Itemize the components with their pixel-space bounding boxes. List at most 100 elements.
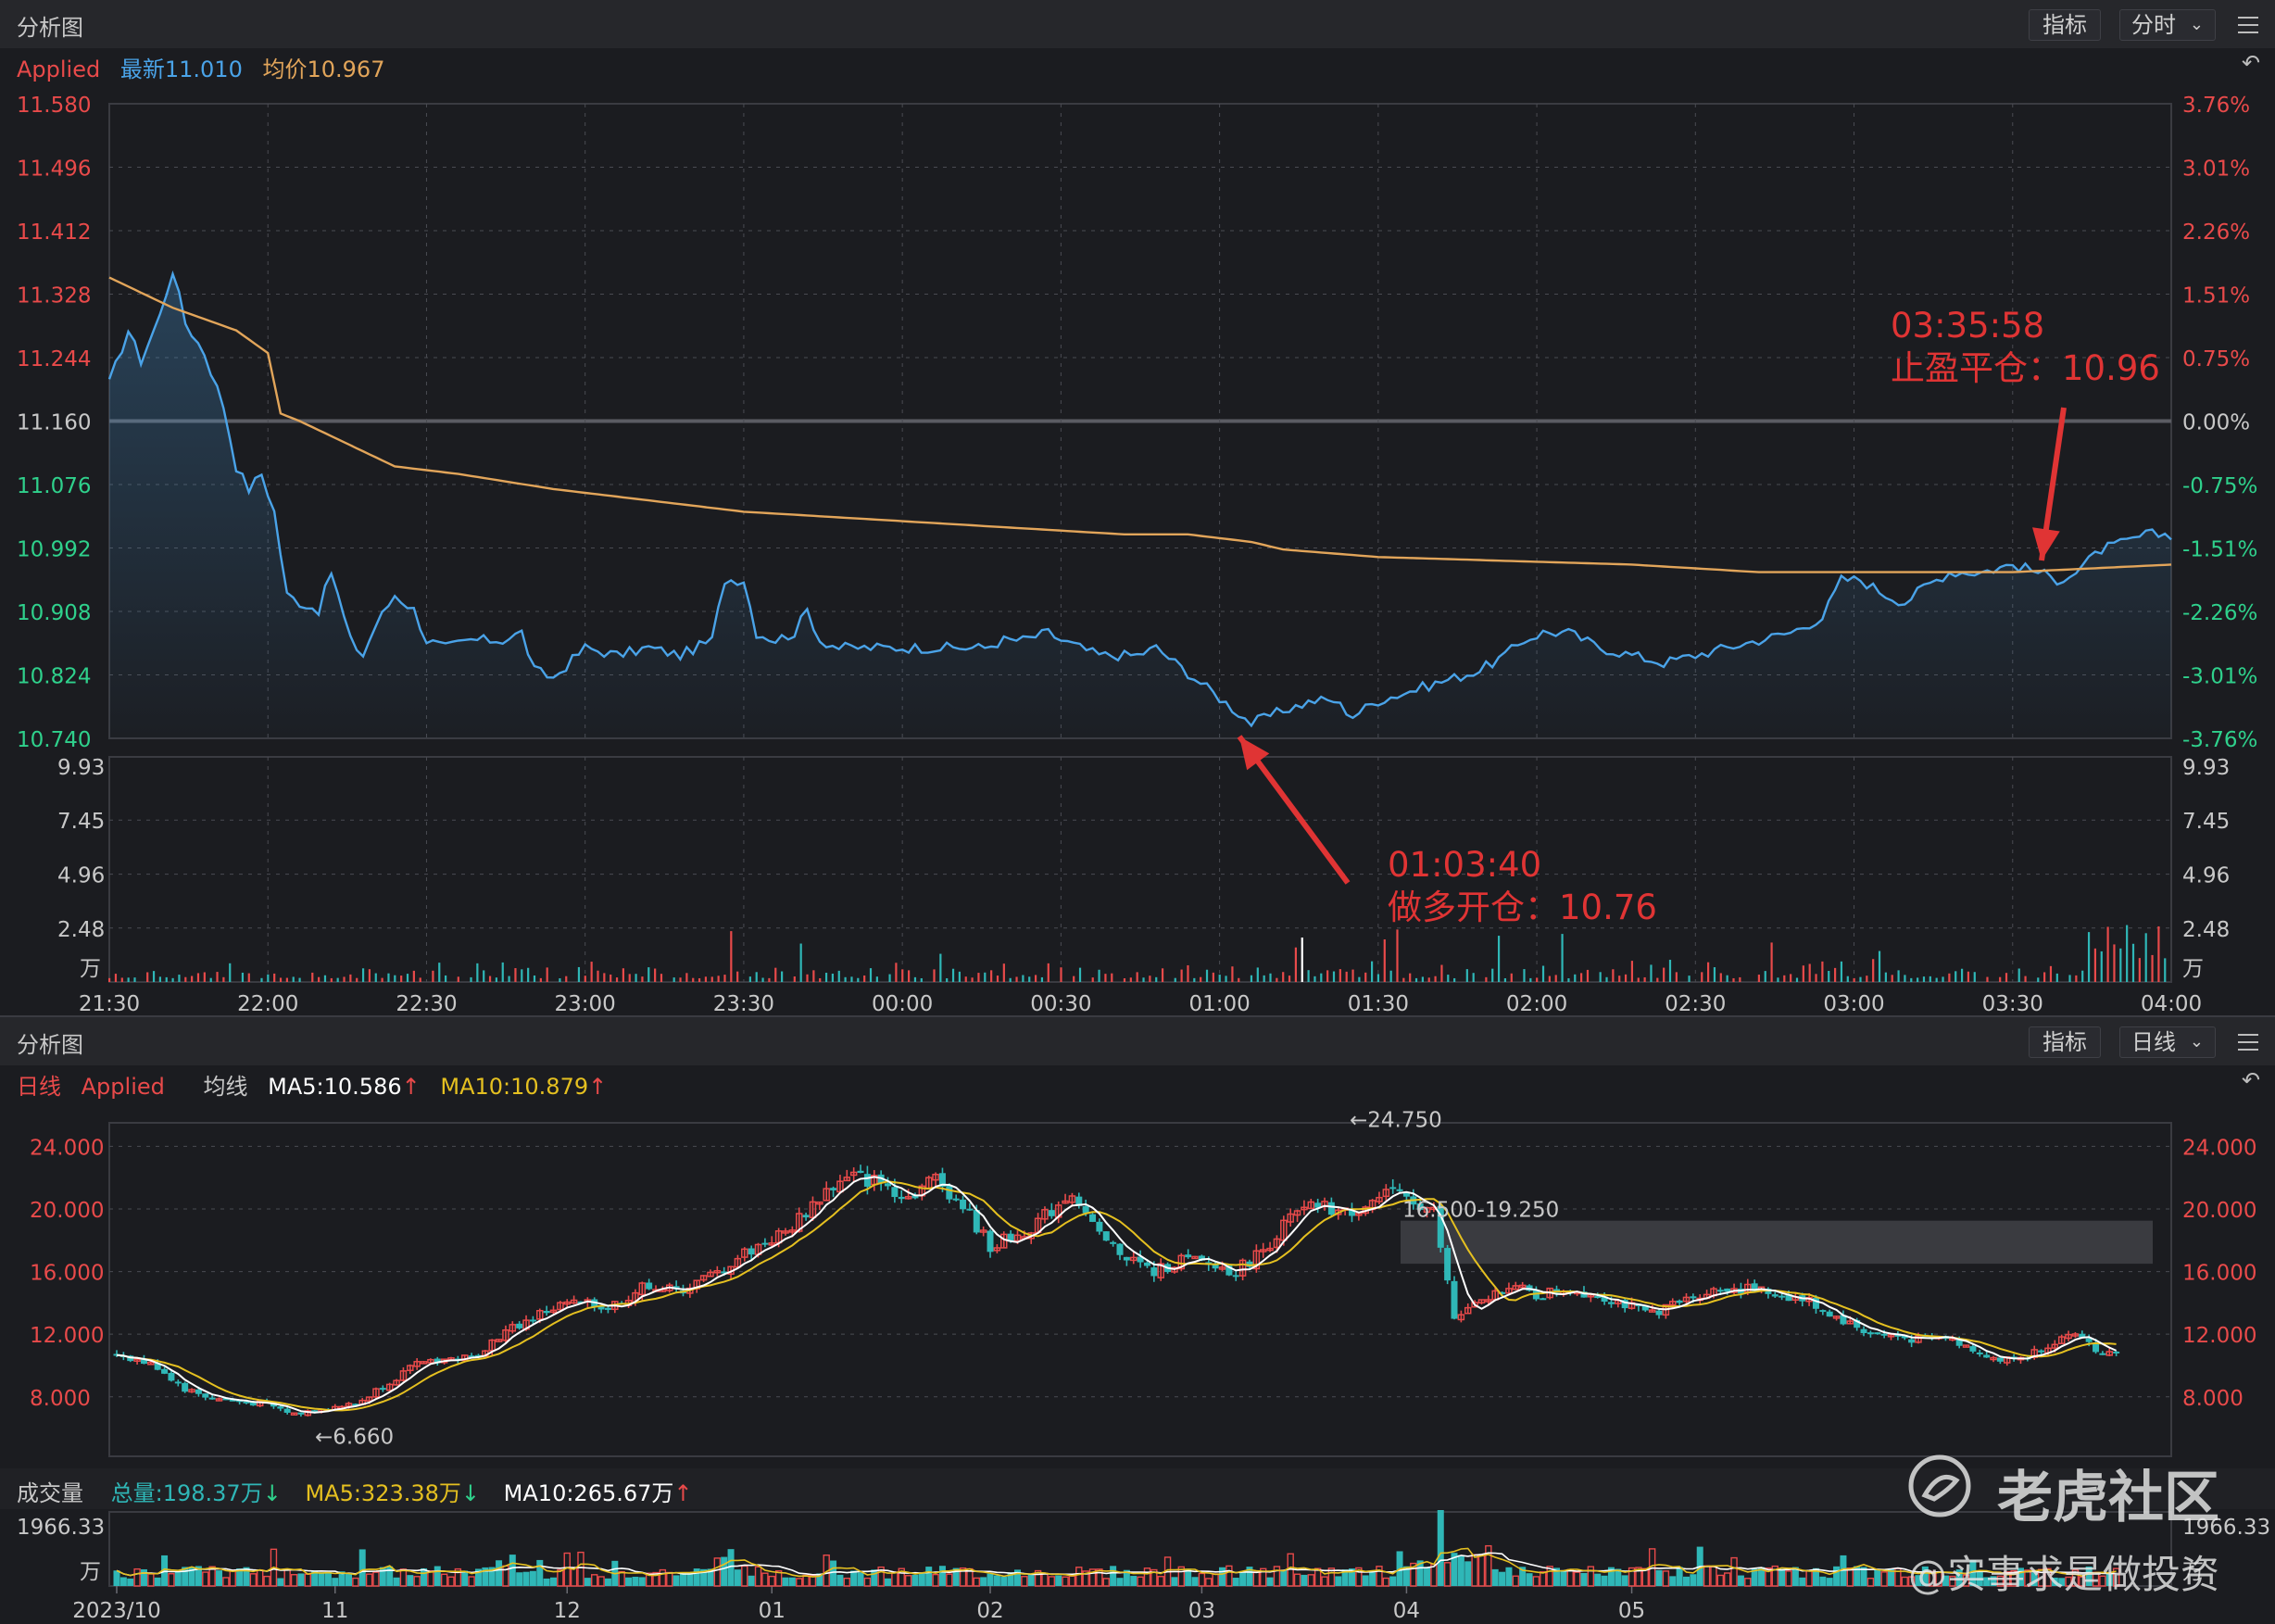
volume-bar (812, 970, 815, 982)
candle-body-down (1655, 1310, 1663, 1316)
kvolume-bar-down (1457, 1555, 1464, 1586)
kvolume-bar-up (1021, 1576, 1028, 1587)
kvolume-bar-down (1874, 1568, 1881, 1586)
legend-symbol: Applied (81, 1074, 165, 1100)
volume-bar (1269, 973, 1272, 982)
kvolume-bar-down (693, 1568, 700, 1586)
top-indicator-button[interactable]: 指标 (2029, 9, 2101, 41)
volume-bar (641, 976, 644, 982)
volume-bar (679, 977, 682, 982)
kvolume-bar-up (263, 1575, 270, 1587)
top-period-dropdown[interactable]: 分时 ⌄ (2119, 9, 2216, 41)
volume-ma10: MA10:265.67万 (503, 1480, 674, 1506)
candle-body-down (1327, 1202, 1335, 1215)
kvolume-bar-up (577, 1551, 584, 1587)
candle-body-down (1116, 1243, 1124, 1255)
exit-time: 03:35:58 (1891, 306, 2045, 346)
volume-bar (2087, 932, 2091, 982)
kvolume-bar-up (1041, 1572, 1049, 1587)
entry-annotation: 01:03:40 做多开仓：10.76 (1388, 844, 1657, 929)
volume-bar (1618, 976, 1621, 982)
volume-bar (1605, 976, 1608, 982)
volume-bar (1231, 966, 1234, 982)
volume-bar (247, 973, 250, 982)
undo-icon[interactable]: ↶ (2242, 50, 2260, 76)
volume-bar (1726, 975, 1728, 982)
volume-bar (457, 976, 459, 982)
volume-bar (1764, 971, 1766, 982)
volume-bar (285, 977, 288, 982)
undo-icon[interactable]: ↶ (2242, 1067, 2260, 1093)
volume-bar (2075, 975, 2078, 982)
volume-bar (920, 977, 923, 982)
kvolume-bar-down (407, 1575, 414, 1586)
volume-bar (908, 970, 911, 982)
menu-icon[interactable] (2238, 1034, 2258, 1051)
volume-bar (1790, 974, 1792, 982)
kvolume-bar-down (1491, 1568, 1499, 1586)
volume-bar (1910, 977, 1913, 982)
volume-bar (412, 970, 415, 982)
avg-price-line (108, 276, 2172, 573)
time-tick-label: 23:30 (713, 992, 774, 1016)
volume-bar (875, 976, 878, 982)
volume-bar (1554, 975, 1557, 982)
kvolume-bar-up (229, 1569, 236, 1587)
candle-body-down (646, 1282, 653, 1290)
volume-bar (1942, 976, 1944, 982)
volume-bar (888, 974, 891, 982)
kvolume-bar-down (632, 1576, 639, 1586)
kvolume-bar-up (1744, 1578, 1752, 1587)
volume-bar (1973, 972, 1976, 982)
kvolume-bar-up (249, 1573, 258, 1587)
candle-body-down (597, 1306, 605, 1310)
volume-unit-label-right: 万 (2182, 957, 2204, 981)
kvolume-bar-down (1499, 1571, 1506, 1586)
candle-body-down (1232, 1275, 1239, 1278)
kvolume-bar-down (1266, 1577, 1274, 1586)
kvolume-bar-up (1901, 1576, 1908, 1587)
volume-tick-label-right: 7.45 (2182, 810, 2230, 834)
volume-bar (1891, 975, 1893, 982)
volume-bar (971, 977, 974, 982)
volume-bar (1878, 950, 1881, 982)
volume-bar (1757, 975, 1760, 982)
kvolume-bar-down (1621, 1575, 1628, 1586)
volume-bar (2068, 975, 2071, 982)
candle-body-down (1690, 1296, 1697, 1299)
pct-tick-label: 2.26% (2182, 220, 2250, 245)
app-window: 11.580 3.76% 11.496 3.01% 11.412 2.26% 11.328 1… (0, 0, 2275, 1624)
volume-bar (1009, 977, 1012, 982)
pct-tick-label: -3.76% (2182, 728, 2257, 752)
arrow-up-icon: ↑ (588, 1074, 608, 1100)
menu-icon[interactable] (2238, 17, 2258, 33)
kvolume-bar-down (1171, 1577, 1178, 1586)
volume-bar (913, 976, 917, 982)
volume-bar (1288, 976, 1291, 982)
kvolume-bar-down (1389, 1576, 1397, 1586)
volume-bar (1777, 977, 1779, 982)
volume-bar (1630, 961, 1634, 982)
volume-bar (1713, 967, 1716, 982)
volume-bar (330, 977, 333, 982)
kvolume-bar-down (1779, 1568, 1786, 1586)
candle-body-down (1771, 1294, 1779, 1297)
volume-bar (984, 972, 987, 982)
kvolume-bar-up (1048, 1576, 1056, 1587)
date-tick-label: 02 (976, 1599, 1003, 1623)
volume-bar (1351, 969, 1354, 982)
kvolume-bar-down (461, 1570, 469, 1586)
kvolume-bar-up (1273, 1566, 1281, 1587)
kvolume-bar-up (946, 1573, 953, 1587)
volume-bar (1637, 977, 1640, 982)
volume-bar (1821, 961, 1824, 982)
kvolume-bar-up (1723, 1572, 1731, 1587)
bottom-period-dropdown[interactable]: 日线 ⌄ (2119, 1026, 2216, 1058)
kvolume-bar-down (1799, 1577, 1806, 1586)
candle-body-down (863, 1174, 871, 1187)
volume-bar (1599, 972, 1602, 982)
volume-bar (2081, 970, 2084, 982)
time-tick-label: 03:30 (1982, 992, 2043, 1016)
bottom-indicator-button[interactable]: 指标 (2029, 1026, 2101, 1058)
kvolume-bar-down (509, 1555, 516, 1586)
